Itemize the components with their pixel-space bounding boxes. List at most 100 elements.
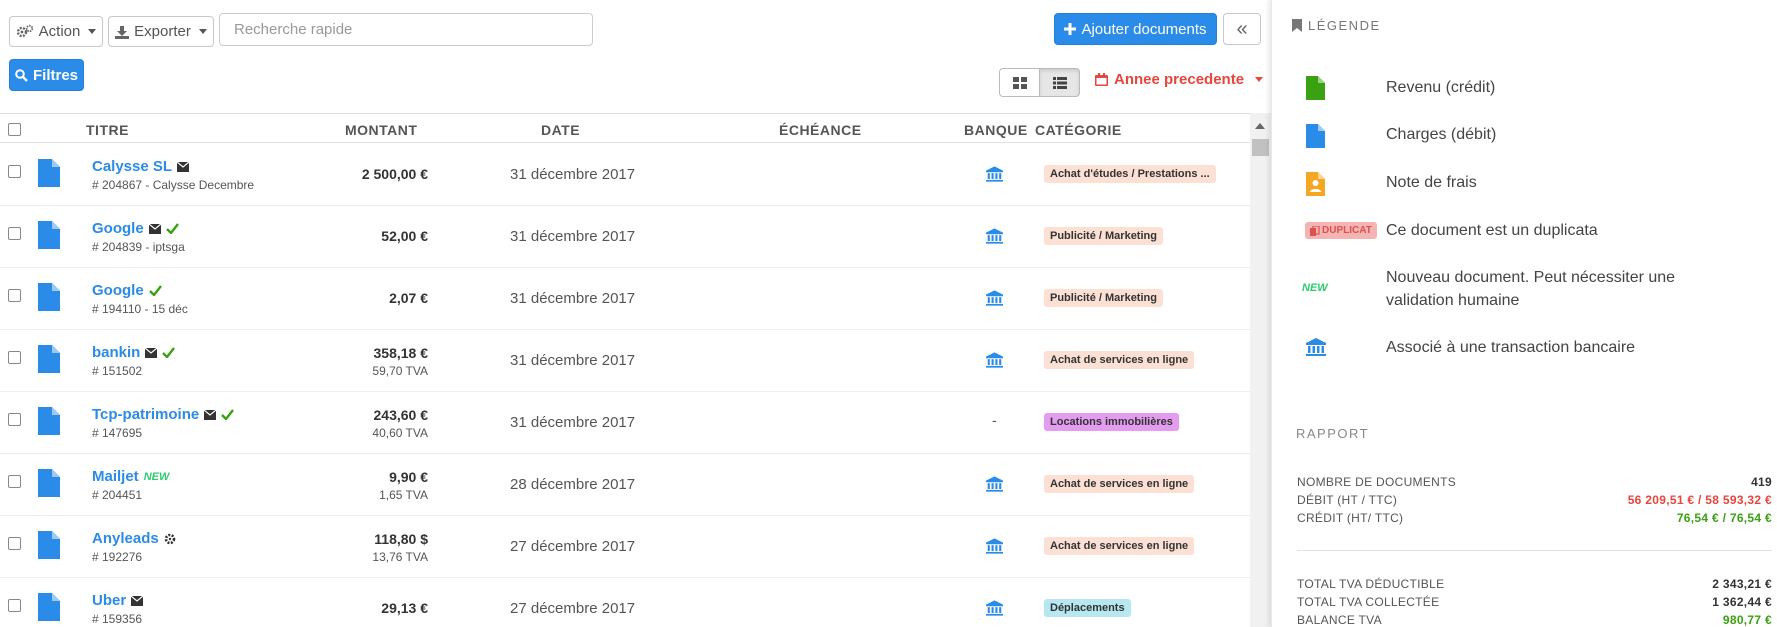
column-title[interactable]: TITRE xyxy=(86,122,129,138)
blue-document-icon xyxy=(38,345,60,373)
table-row[interactable]: Calysse SL # 204867 - Calysse Decembre 2 5… xyxy=(0,144,1250,206)
category-badge[interactable]: Achat de services en ligne xyxy=(1044,351,1195,369)
document-title-text[interactable]: Google xyxy=(92,220,144,237)
bank-link[interactable] xyxy=(986,166,1003,187)
row-checkbox[interactable] xyxy=(8,165,21,178)
bank-link[interactable] xyxy=(986,352,1003,373)
table-row[interactable]: Anyleads # 192276 118,80 $ 13,76 TVA 27 déce… xyxy=(0,516,1250,578)
document-icon-wrap[interactable] xyxy=(38,469,60,502)
collapse-sidebar-button[interactable]: « xyxy=(1223,13,1261,45)
document-date: 31 décembre 2017 xyxy=(510,290,636,307)
scrollbar-thumb[interactable] xyxy=(1252,139,1269,156)
document-icon-wrap[interactable] xyxy=(38,593,60,626)
bank-icon xyxy=(986,166,1003,182)
document-title-text[interactable]: Mailjet xyxy=(92,468,139,485)
bank-link[interactable] xyxy=(986,290,1003,311)
table-row[interactable]: Uber # 159356 29,13 € 27 décembre 2017 Dépla… xyxy=(0,578,1250,627)
row-checkbox[interactable] xyxy=(8,227,21,240)
legend-duplicate-text: Ce document est un duplicata xyxy=(1386,222,1598,239)
table-row[interactable]: Tcp-patrimoine # 147695 243,60 € 40,60 TVA 3… xyxy=(0,392,1250,454)
document-title-text[interactable]: bankin xyxy=(92,344,140,361)
document-icon-wrap[interactable] xyxy=(38,407,60,440)
document-icon-wrap[interactable] xyxy=(38,159,60,192)
column-bank[interactable]: BANQUE xyxy=(964,122,1028,138)
document-icon-wrap[interactable] xyxy=(38,345,60,378)
add-documents-button[interactable]: Ajouter documents xyxy=(1054,13,1217,45)
category-badge[interactable]: Locations immobilières xyxy=(1044,413,1179,431)
document-title[interactable]: Google xyxy=(92,282,162,299)
search-input[interactable]: Recherche rapide xyxy=(219,13,593,46)
column-category[interactable]: CATÉGORIE xyxy=(1035,122,1122,138)
document-date: 28 décembre 2017 xyxy=(510,476,636,493)
blue-document-icon xyxy=(38,159,60,187)
bank-icon xyxy=(986,290,1003,306)
period-dropdown[interactable]: Annee precedente xyxy=(1095,71,1264,88)
document-amount: 9,90 € xyxy=(389,469,428,485)
bank-link[interactable] xyxy=(986,228,1003,249)
document-amount: 243,60 € xyxy=(373,407,429,423)
bank-link[interactable] xyxy=(986,538,1003,559)
bank-icon xyxy=(986,228,1003,244)
document-icon-wrap[interactable] xyxy=(38,283,60,316)
report-row: TOTAL TVA COLLECTÉE 1 362,44 € xyxy=(1297,595,1772,609)
new-badge: NEW xyxy=(143,470,170,483)
search-icon xyxy=(15,68,28,82)
list-view-button[interactable] xyxy=(1039,68,1080,97)
column-date[interactable]: DATE xyxy=(541,122,580,138)
category-badge[interactable]: Publicité / Marketing xyxy=(1044,289,1163,307)
table-row[interactable]: Google # 194110 - 15 déc 2,07 € 31 décembre… xyxy=(0,268,1250,330)
category-badge[interactable]: Publicité / Marketing xyxy=(1044,227,1163,245)
row-checkbox[interactable] xyxy=(8,537,21,550)
filters-button[interactable]: Filtres xyxy=(9,59,84,91)
row-checkbox[interactable] xyxy=(8,413,21,426)
bank-link[interactable] xyxy=(986,476,1003,497)
duplicate-badge: DUPLICAT xyxy=(1305,222,1377,239)
document-reference: # 147695 xyxy=(92,426,143,440)
column-amount[interactable]: MONTANT xyxy=(345,122,417,138)
action-button[interactable]: Action xyxy=(9,16,103,47)
document-title[interactable]: Mailjet NEW xyxy=(92,468,169,485)
column-due-date[interactable]: ÉCHÉANCE xyxy=(779,122,862,138)
row-checkbox[interactable] xyxy=(8,599,21,612)
row-checkbox[interactable] xyxy=(8,351,21,364)
document-title[interactable]: Tcp-patrimoine xyxy=(92,406,235,423)
grid-view-button[interactable] xyxy=(999,68,1040,97)
document-title[interactable]: Uber xyxy=(92,592,144,609)
envelope-icon xyxy=(131,595,144,606)
table-row[interactable]: bankin # 151502 358,18 € 59,70 TVA 31 décemb… xyxy=(0,330,1250,392)
document-title-text[interactable]: Tcp-patrimoine xyxy=(92,406,199,423)
document-title[interactable]: bankin xyxy=(92,344,176,361)
category-badge[interactable]: Achat de services en ligne xyxy=(1044,475,1195,493)
category-badge[interactable]: Achat de services en ligne xyxy=(1044,537,1195,555)
select-all-checkbox[interactable] xyxy=(8,123,21,136)
export-button[interactable]: Exporter xyxy=(108,16,214,47)
action-label: Action xyxy=(38,23,81,40)
document-title[interactable]: Google xyxy=(92,220,179,237)
table-row[interactable]: Mailjet NEW # 204451 9,90 € 1,65 TVA 28 décem… xyxy=(0,454,1250,516)
document-title-text[interactable]: Calysse SL xyxy=(92,158,172,175)
bank-icon xyxy=(986,476,1003,492)
table-scrollbar[interactable] xyxy=(1250,113,1271,627)
category-badge[interactable]: Achat d'études / Prestations ... xyxy=(1044,165,1216,183)
document-vat: 1,65 TVA xyxy=(379,488,428,502)
category-badge[interactable]: Déplacements xyxy=(1044,599,1131,617)
row-checkbox[interactable] xyxy=(8,289,21,302)
grid-icon xyxy=(1012,76,1027,89)
table-row[interactable]: Google # 204839 - iptsga 52,00 € 31 décembr… xyxy=(0,206,1250,268)
document-icon-wrap[interactable] xyxy=(38,221,60,254)
document-title-text[interactable]: Google xyxy=(92,282,144,299)
document-title-text[interactable]: Uber xyxy=(92,592,126,609)
double-chevron-left-icon: « xyxy=(1236,17,1248,40)
report-label: TOTAL TVA COLLECTÉE xyxy=(1297,595,1440,609)
document-vat: 59,70 TVA xyxy=(372,364,428,378)
report-value: 1 362,44 € xyxy=(1712,595,1772,609)
bank-link[interactable] xyxy=(986,600,1003,621)
document-reference: # 159356 xyxy=(92,612,143,626)
document-title-text[interactable]: Anyleads xyxy=(92,530,159,547)
document-title[interactable]: Calysse SL xyxy=(92,158,190,175)
document-title[interactable]: Anyleads xyxy=(92,530,176,547)
document-icon-wrap[interactable] xyxy=(38,531,60,564)
copy-icon xyxy=(1310,225,1320,236)
scroll-up-icon[interactable] xyxy=(1255,123,1265,129)
row-checkbox[interactable] xyxy=(8,475,21,488)
